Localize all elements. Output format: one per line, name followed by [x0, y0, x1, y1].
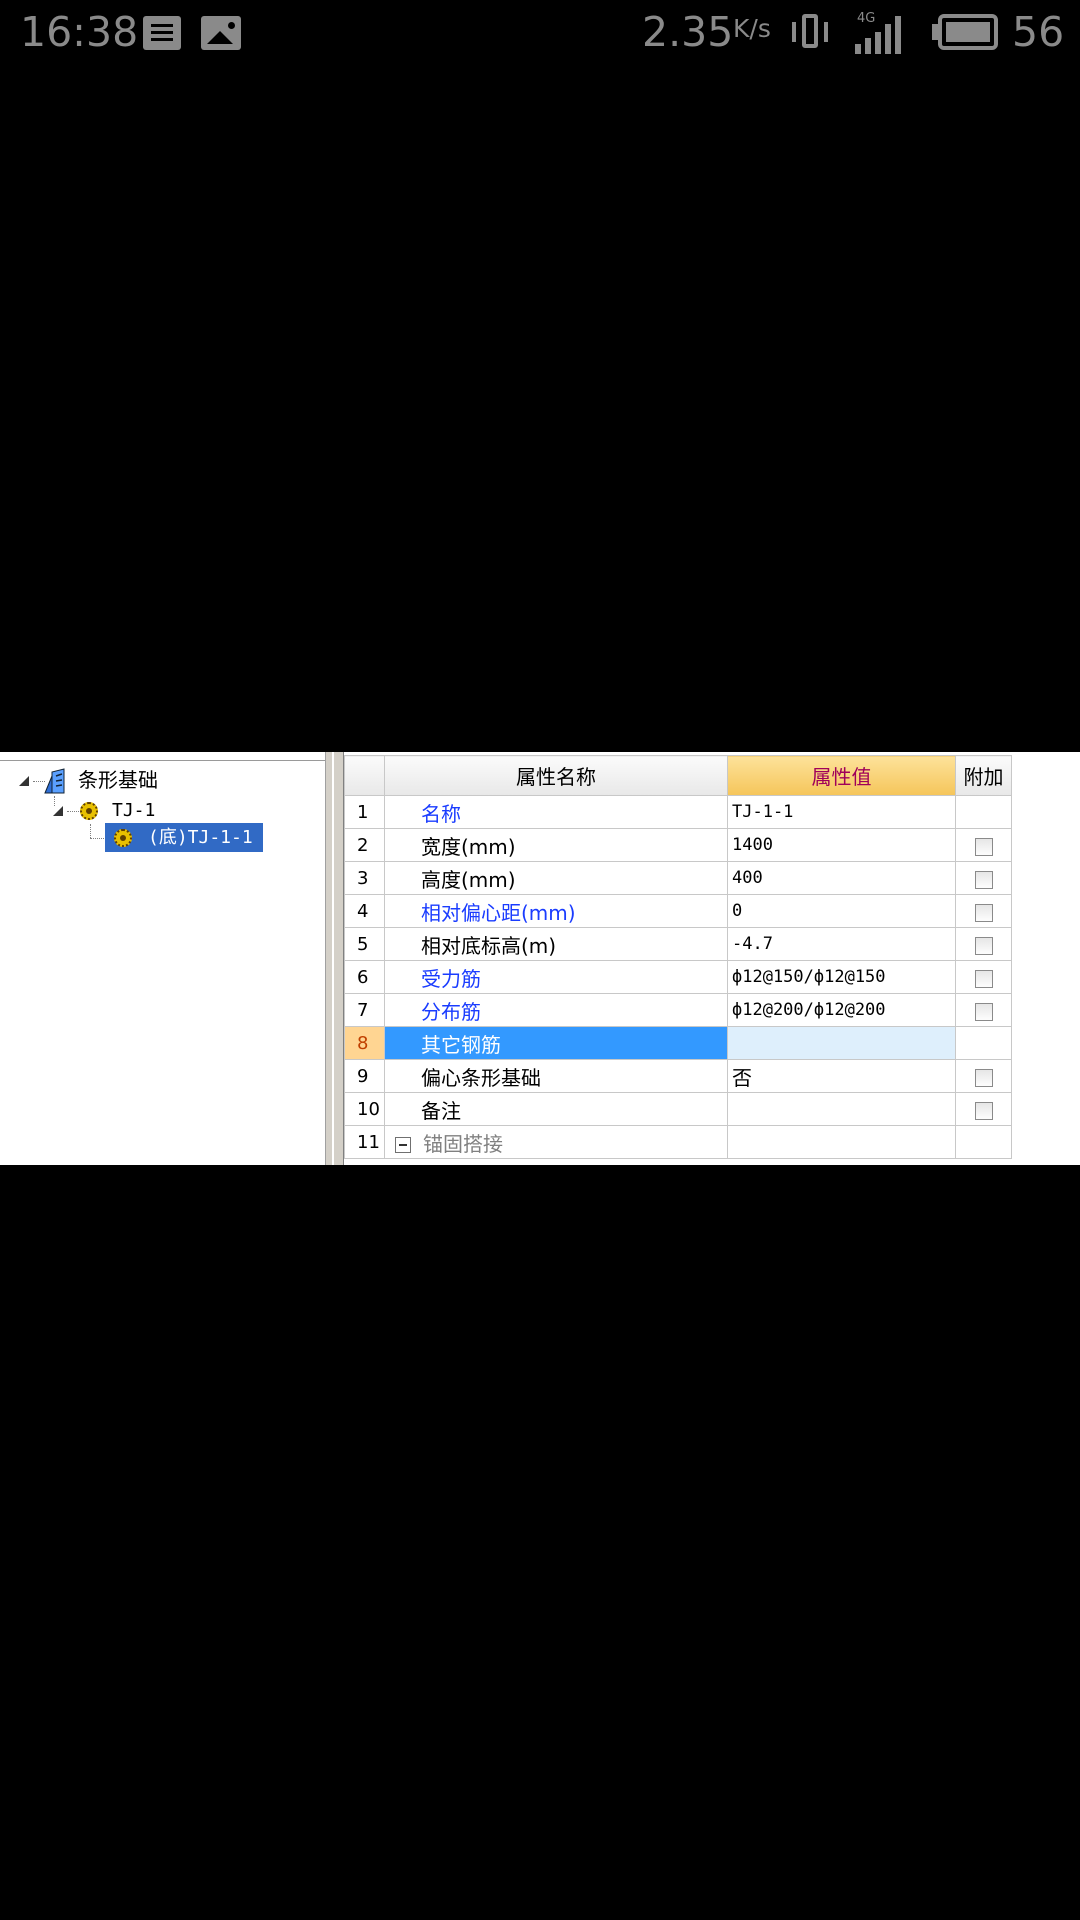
property-name: 锚固搭接 — [423, 1131, 503, 1156]
extra-checkbox[interactable] — [974, 870, 993, 889]
row-number: 9 — [344, 1059, 385, 1093]
gear-icon — [114, 829, 132, 847]
strip-foundation-icon — [44, 768, 65, 794]
property-value[interactable]: ф12@200/ф12@200 — [727, 993, 956, 1027]
property-value[interactable] — [727, 1125, 956, 1159]
property-value[interactable]: 0 — [727, 894, 956, 928]
gear-icon — [80, 802, 98, 820]
row-number: 10 — [344, 1092, 385, 1126]
component-tree: 条形基础 TJ-1 (底)TJ-1-1 — [0, 752, 325, 1165]
extra-checkbox[interactable] — [974, 969, 993, 988]
table-row[interactable]: 2 宽度(mm) 1400 — [344, 828, 1012, 862]
collapse-arrow-icon[interactable] — [19, 776, 29, 786]
property-name: 相对偏心距(mm) — [384, 894, 728, 928]
extra-checkbox[interactable] — [974, 1101, 993, 1120]
vibrate-icon — [792, 14, 832, 52]
property-name: 宽度(mm) — [384, 828, 728, 862]
header-property-value[interactable]: 属性值 — [727, 755, 956, 796]
extra-checkbox[interactable] — [974, 1002, 993, 1021]
network-speed: 2.35 — [642, 8, 734, 56]
battery-icon — [932, 14, 998, 50]
extra-cell — [955, 1026, 1012, 1060]
header-extra[interactable]: 附加 — [955, 755, 1012, 796]
row-number: 3 — [344, 861, 385, 895]
network-speed-unit: K/s — [733, 14, 771, 43]
property-value[interactable]: TJ-1-1 — [727, 795, 956, 829]
extra-cell — [955, 795, 1012, 829]
table-row[interactable]: 6 受力筋 ф12@150/ф12@150 — [344, 960, 1012, 994]
extra-checkbox[interactable] — [974, 837, 993, 856]
tree-item-tj-1[interactable]: TJ-1 — [112, 798, 155, 824]
image-icon — [201, 16, 241, 50]
extra-checkbox[interactable] — [974, 936, 993, 955]
collapse-arrow-icon[interactable] — [53, 806, 63, 816]
extra-cell — [955, 1125, 1012, 1159]
property-value[interactable]: 400 — [727, 861, 956, 895]
property-name: 分布筋 — [384, 993, 728, 1027]
table-row[interactable]: 9 偏心条形基础 否 — [344, 1059, 1012, 1093]
property-value[interactable]: 否 — [727, 1059, 956, 1093]
row-number: 11 — [344, 1125, 385, 1159]
row-number: 7 — [344, 993, 385, 1027]
property-value[interactable]: 1400 — [727, 828, 956, 862]
extra-checkbox[interactable] — [974, 1068, 993, 1087]
software-screenshot: 条形基础 TJ-1 (底)TJ-1-1 属性名称 属性值 附加 1 名称 TJ-… — [0, 752, 1080, 1165]
collapse-icon[interactable] — [395, 1137, 411, 1153]
table-row[interactable]: 5 相对底标高(m) -4.7 — [344, 927, 1012, 961]
row-number-header — [344, 755, 385, 796]
row-number: 1 — [344, 795, 385, 829]
extra-checkbox[interactable] — [974, 903, 993, 922]
header-property-name[interactable]: 属性名称 — [384, 755, 728, 796]
property-value[interactable]: -4.7 — [727, 927, 956, 961]
table-row[interactable]: 4 相对偏心距(mm) 0 — [344, 894, 1012, 928]
table-row[interactable]: 10 备注 — [344, 1092, 1012, 1126]
property-grid: 属性名称 属性值 附加 1 名称 TJ-1-1 2 宽度(mm) 1400 3 … — [344, 752, 1080, 1165]
status-bar: 16:38 2.35 K/s 4G 56 — [0, 0, 1080, 64]
signal-icon: 4G — [853, 10, 911, 54]
panel-splitter[interactable] — [325, 752, 344, 1165]
table-row[interactable]: 11 锚固搭接 — [344, 1125, 1012, 1159]
battery-level: 56 — [1012, 8, 1065, 56]
network-type-label: 4G — [857, 11, 876, 26]
table-row[interactable]: 3 高度(mm) 400 — [344, 861, 1012, 895]
table-row-selected[interactable]: 8 其它钢筋 — [344, 1026, 1012, 1060]
property-name: 相对底标高(m) — [384, 927, 728, 961]
property-value[interactable] — [727, 1092, 956, 1126]
row-number: 5 — [344, 927, 385, 961]
property-name: 偏心条形基础 — [384, 1059, 728, 1093]
property-name: 受力筋 — [384, 960, 728, 994]
clock: 16:38 — [20, 8, 139, 56]
row-number: 4 — [344, 894, 385, 928]
row-number: 6 — [344, 960, 385, 994]
property-name: 高度(mm) — [384, 861, 728, 895]
property-name: 名称 — [384, 795, 728, 829]
table-row[interactable]: 1 名称 TJ-1-1 — [344, 795, 1012, 829]
property-name: 其它钢筋 — [384, 1026, 728, 1060]
row-number: 8 — [344, 1026, 385, 1060]
document-icon — [143, 16, 181, 50]
property-value[interactable]: ф12@150/ф12@150 — [727, 960, 956, 994]
property-name: 备注 — [384, 1092, 728, 1126]
row-number: 2 — [344, 828, 385, 862]
tree-item-strip-foundation[interactable]: 条形基础 — [78, 767, 158, 793]
tree-item-tj-1-1[interactable]: (底)TJ-1-1 — [148, 825, 253, 851]
property-value[interactable] — [727, 1026, 956, 1060]
table-row[interactable]: 7 分布筋 ф12@200/ф12@200 — [344, 993, 1012, 1027]
